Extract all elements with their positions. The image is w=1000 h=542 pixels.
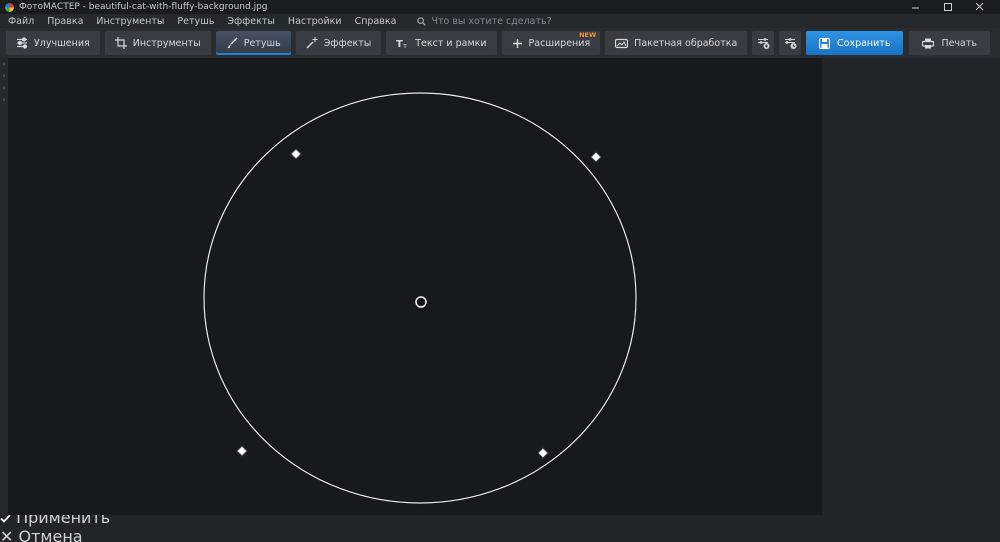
photo-background <box>8 58 818 515</box>
maximize-icon[interactable] <box>944 3 952 11</box>
x-icon: ✕ <box>0 527 13 542</box>
search-placeholder: Что вы хотите сделать? <box>431 16 551 27</box>
save-icon <box>819 38 830 49</box>
canvas-area <box>8 58 822 515</box>
chevron-right-icon: › <box>3 60 6 68</box>
menu-retouch[interactable]: Ретушь <box>177 16 214 27</box>
search-icon <box>417 17 426 26</box>
app-logo-icon <box>5 3 14 12</box>
tab-tools[interactable]: Инструменты <box>105 31 211 55</box>
menu-edit[interactable]: Правка <box>47 16 83 27</box>
print-icon <box>922 38 934 49</box>
main-toolbar: Улучшения Инструменты Ретушь Эффекты Tт … <box>0 28 1000 58</box>
chevron-right-icon: › <box>3 72 6 80</box>
chevron-right-icon: › <box>3 96 6 104</box>
brush-icon <box>226 37 238 49</box>
menu-effects[interactable]: Эффекты <box>227 16 275 27</box>
preset-add-icon <box>757 37 770 49</box>
tab-label: Ретушь <box>244 38 281 49</box>
preset-history-button[interactable] <box>779 31 801 55</box>
batch-icon <box>615 38 628 49</box>
photo-cat[interactable] <box>8 58 818 515</box>
tab-label: Инструменты <box>133 38 201 49</box>
titlebar: ФотоМАСТЕР - beautiful-cat-with-fluffy-b… <box>0 0 1000 14</box>
menubar: Файл Правка Инструменты Ретушь Эффекты Н… <box>0 14 1000 28</box>
svg-text:т: т <box>403 42 407 49</box>
cancel-button[interactable]: ✕ Отмена <box>0 527 1000 542</box>
magic-wand-icon <box>306 37 318 49</box>
chevron-right-icon: › <box>3 84 6 92</box>
search-box[interactable]: Что вы хотите сделать? <box>417 16 551 27</box>
preset-add-button[interactable] <box>752 31 774 55</box>
window-title: ФотоМАСТЕР - beautiful-cat-with-fluffy-b… <box>19 2 268 12</box>
menu-help[interactable]: Справка <box>355 16 397 27</box>
tab-label: Пакетная обработка <box>634 38 737 49</box>
tab-effects[interactable]: Эффекты <box>296 31 382 55</box>
minimize-icon[interactable] <box>912 3 920 11</box>
cancel-label: Отмена <box>19 527 83 542</box>
sliders-icon <box>16 37 28 49</box>
tab-retouch[interactable]: Ретушь <box>216 31 291 55</box>
crop-icon <box>115 37 127 49</box>
toolbar-right: Сохранить Печать <box>806 31 994 55</box>
tab-extensions[interactable]: Расширения NEW <box>502 31 601 55</box>
tab-label: Текст и рамки <box>415 38 486 49</box>
new-badge: NEW <box>579 31 596 39</box>
print-label: Печать <box>941 38 977 49</box>
tab-batch-processing[interactable]: Пакетная обработка <box>605 31 747 55</box>
plus-icon <box>512 38 523 49</box>
tab-label: Расширения <box>529 38 591 49</box>
tab-label: Эффекты <box>324 38 372 49</box>
window-controls <box>912 3 1000 11</box>
text-icon: Tт <box>396 38 409 49</box>
tab-enhancements[interactable]: Улучшения <box>6 31 100 55</box>
preset-history-icon <box>784 37 797 49</box>
save-button[interactable]: Сохранить <box>806 31 903 55</box>
menu-tools[interactable]: Инструменты <box>96 16 164 27</box>
tab-label: Улучшения <box>34 38 90 49</box>
svg-text:T: T <box>396 39 403 49</box>
menu-settings[interactable]: Настройки <box>288 16 342 27</box>
close-icon[interactable] <box>976 3 984 11</box>
tab-text-frames[interactable]: Tт Текст и рамки <box>386 31 496 55</box>
save-label: Сохранить <box>837 38 890 49</box>
print-button[interactable]: Печать <box>909 31 990 55</box>
left-panel-collapsed[interactable]: › › › › <box>0 58 8 515</box>
menu-file[interactable]: Файл <box>8 16 34 27</box>
checkmark-icon <box>0 514 11 523</box>
photomaster-window: ФотоМАСТЕР - beautiful-cat-with-fluffy-b… <box>0 0 1000 542</box>
